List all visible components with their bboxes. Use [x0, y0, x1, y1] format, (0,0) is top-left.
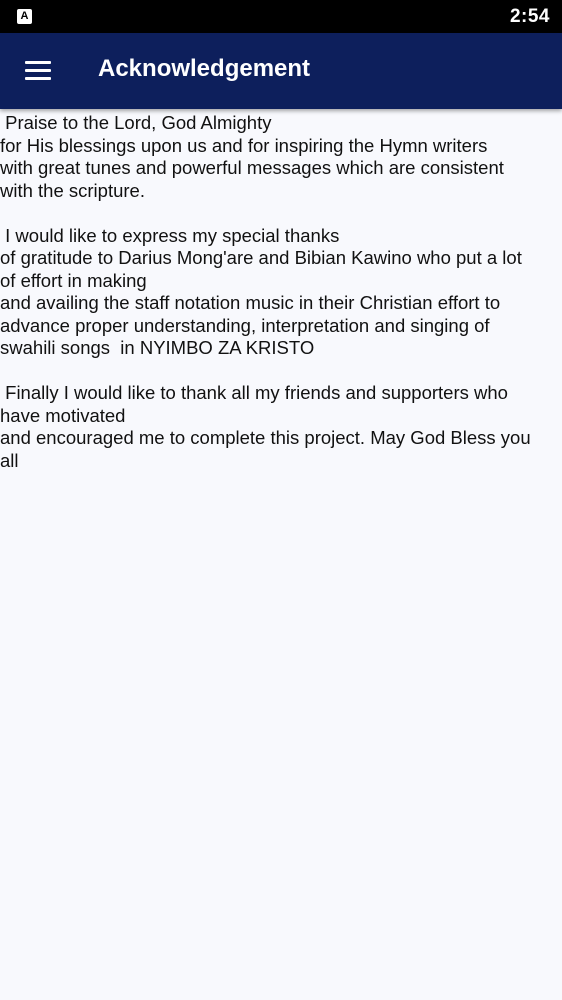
text-line: swahili songs in NYIMBO ZA KRISTO [0, 337, 315, 358]
text-line: I would like to express my special thank… [0, 224, 340, 246]
status-time: 2:54 [509, 6, 550, 27]
acknowledgement-text: Praise to the Lord, God Almighty for His… [0, 112, 560, 495]
text-line: Praise to the Lord, God Almighty [0, 112, 272, 133]
text-line: advance proper understanding, interpreta… [0, 314, 490, 336]
text-line: of effort in making [0, 269, 147, 291]
text-line: for His blessings upon us and for inspir… [0, 134, 488, 156]
paragraph-friends: Finally I would like to thank all my fri… [0, 382, 560, 472]
text-line: with the scripture. [0, 179, 145, 201]
text-line: all [0, 449, 19, 471]
status-bar: A 2:54 [0, 0, 562, 33]
text-line: Finally I would like to thank all my fri… [0, 382, 508, 403]
text-line: and encouraged me to complete this proje… [0, 427, 531, 448]
page-title: Acknowledgement [98, 55, 311, 82]
text-line: have motivated [0, 404, 126, 426]
hamburger-menu-icon[interactable] [20, 55, 56, 87]
text-line: and availing the staff notation music in… [0, 292, 501, 313]
text-line: of gratitude to Darius Mong'are and Bibi… [0, 247, 522, 268]
app-notification-icon: A [17, 9, 32, 24]
paragraph-praise: Praise to the Lord, God Almighty for His… [0, 112, 560, 202]
paragraph-thanks: I would like to express my special thank… [0, 225, 560, 360]
text-line: with great tunes and powerful messages w… [0, 157, 504, 178]
app-bar: Acknowledgement [0, 33, 562, 109]
